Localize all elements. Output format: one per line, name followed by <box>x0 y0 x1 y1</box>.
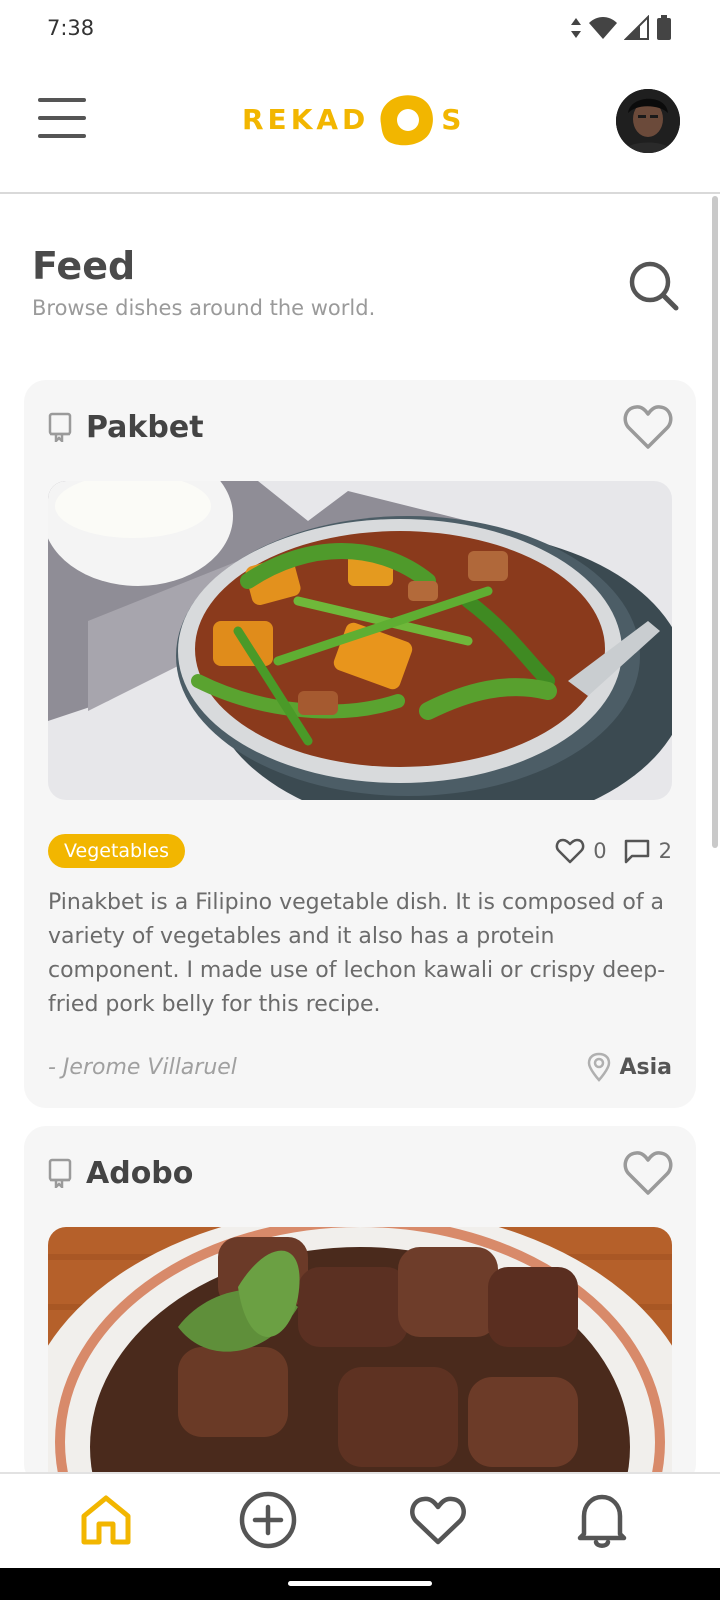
home-icon <box>81 1495 131 1545</box>
post-title: Pakbet <box>86 409 204 445</box>
status-time: 7:38 <box>47 16 95 40</box>
scrollbar[interactable] <box>712 196 718 848</box>
logo-text-right: S <box>441 102 466 136</box>
status-icons <box>570 15 672 41</box>
favorite-heart-icon[interactable] <box>622 1148 674 1198</box>
wifi-icon <box>589 17 617 39</box>
favorite-heart-icon[interactable] <box>622 402 674 452</box>
post-description: Pinakbet is a Filipino vegetable dish. I… <box>48 890 666 1017</box>
app-header: REKAD S <box>0 56 720 194</box>
post-footer: - Jerome Villaruel Asia <box>48 1050 672 1084</box>
hamburger-menu-icon[interactable] <box>38 98 86 138</box>
comment-icon[interactable] <box>623 837 651 865</box>
favorites-heart-icon <box>410 1496 466 1545</box>
post-card[interactable]: Adobo <box>24 1126 696 1546</box>
category-badge[interactable]: Vegetables <box>48 834 185 868</box>
feed-header: Feed Browse dishes around the world. <box>32 244 692 340</box>
comments-count: 2 <box>658 839 672 863</box>
post-title: Adobo <box>86 1155 194 1191</box>
location-pin-icon <box>588 1052 611 1082</box>
region-label: Asia <box>619 1054 672 1080</box>
nav-add[interactable] <box>236 1488 300 1552</box>
user-avatar[interactable] <box>616 89 680 153</box>
app-logo: REKAD S <box>242 90 465 148</box>
recipe-book-icon <box>48 412 72 442</box>
post-meta-row: Vegetables 0 2 <box>48 833 672 869</box>
bottom-nav <box>0 1472 720 1568</box>
like-heart-icon[interactable] <box>555 837 585 865</box>
add-circle-icon <box>239 1491 297 1549</box>
likes-count: 0 <box>593 839 607 863</box>
data-arrows-icon <box>571 18 581 38</box>
battery-icon <box>657 15 671 40</box>
page-title: Feed <box>32 244 136 288</box>
post-stats: 0 2 <box>555 837 672 865</box>
nav-favorites[interactable] <box>406 1488 470 1552</box>
page-subtitle: Browse dishes around the world. <box>32 296 376 320</box>
recipe-book-icon <box>48 1158 72 1188</box>
home-gesture-pill[interactable] <box>288 1581 432 1586</box>
signal-icon <box>624 15 649 40</box>
logo-text-left: REKAD <box>242 102 370 136</box>
logo-ring-icon <box>380 95 434 146</box>
search-icon[interactable] <box>626 258 682 314</box>
status-bar: 7:38 <box>0 0 720 56</box>
post-title-row: Adobo <box>48 1148 674 1198</box>
post-author[interactable]: - Jerome Villaruel <box>48 1055 237 1080</box>
post-region: Asia <box>587 1052 672 1082</box>
post-card[interactable]: Pakbet Vegetables 0 2 Pinakbet is a Fili… <box>24 380 696 1108</box>
nav-home[interactable] <box>74 1488 138 1552</box>
dish-image[interactable] <box>48 481 672 800</box>
system-nav-bar <box>0 1568 720 1600</box>
notifications-bell-icon <box>577 1494 627 1548</box>
post-title-row: Pakbet <box>48 402 674 452</box>
nav-notifications[interactable] <box>570 1488 634 1552</box>
